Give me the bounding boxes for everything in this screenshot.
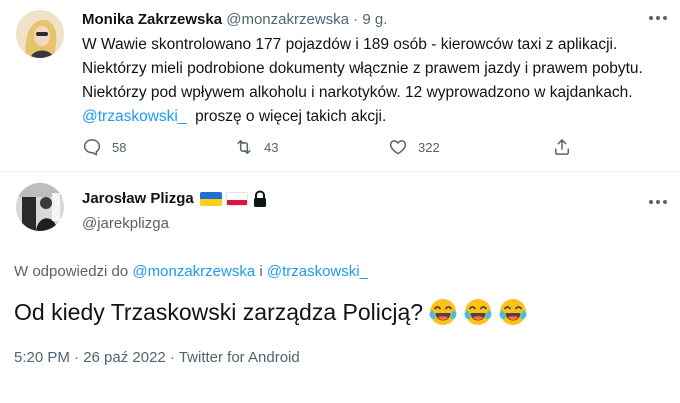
more-dots-icon xyxy=(649,16,667,20)
flag-ukraine-icon xyxy=(199,192,222,206)
retweet-button[interactable]: 43 xyxy=(234,136,278,158)
lock-icon xyxy=(252,190,268,208)
share-button[interactable] xyxy=(552,136,572,158)
mention-link[interactable]: @trzaskowski_ xyxy=(267,263,368,280)
author-name[interactable]: Monika Zakrzewska xyxy=(82,11,222,28)
more-dots-icon xyxy=(649,200,667,204)
time-ago[interactable]: 9 g. xyxy=(362,11,387,28)
like-count: 322 xyxy=(418,139,440,155)
tweet-text-part: W Wawie skontrolowano 177 pojazdów i 189… xyxy=(82,36,643,101)
author-name[interactable]: Jarosław Plizga xyxy=(82,189,194,209)
tweet-actions: 58 43 322 xyxy=(82,136,582,158)
avatar-photo-icon xyxy=(16,183,64,231)
share-icon xyxy=(555,139,569,155)
tweet-meta[interactable]: 5:20 PM · 26 paź 2022 · Twitter for Andr… xyxy=(14,348,300,368)
avatar-photo-icon xyxy=(16,10,64,58)
tweet-text-part: proszę o więcej takich akcji. xyxy=(186,108,387,125)
retweet-icon xyxy=(237,140,251,154)
avatar[interactable] xyxy=(16,10,64,58)
separator: · xyxy=(353,11,359,28)
mention-link[interactable]: @monzakrzewska xyxy=(132,263,255,280)
author-handle[interactable]: @jarekplizga xyxy=(82,214,169,234)
parent-tweet[interactable]: Monika Zakrzewska @monzakrzewska · 9 g. … xyxy=(0,0,680,170)
tweet-divider xyxy=(0,171,680,172)
joy-emoji xyxy=(428,297,458,327)
main-tweet-header: Jarosław Plizga xyxy=(82,189,268,209)
reply-icon xyxy=(83,139,101,156)
more-button[interactable] xyxy=(646,192,670,212)
parent-tweet-header: Monika Zakrzewska @monzakrzewska · 9 g. xyxy=(82,10,387,30)
heart-icon xyxy=(389,140,407,155)
tweet-text: Od kiedy Trzaskowski zarządza Policją? xyxy=(14,299,424,325)
joy-emoji xyxy=(498,297,528,327)
joy-emoji xyxy=(463,297,493,327)
replying-and: i xyxy=(255,263,267,280)
retweet-count: 43 xyxy=(264,139,279,155)
replying-to: W odpowiedzi do @monzakrzewska i @trzask… xyxy=(14,262,368,282)
replying-prefix: W odpowiedzi do xyxy=(14,263,133,280)
avatar[interactable] xyxy=(16,183,64,231)
mention-link[interactable]: @trzaskowski_ xyxy=(82,108,186,125)
author-handle[interactable]: @monzakrzewska xyxy=(226,11,349,28)
like-button[interactable]: 322 xyxy=(388,136,440,158)
flag-poland-icon xyxy=(225,192,248,206)
main-tweet-text: Od kiedy Trzaskowski zarządza Policją? xyxy=(14,296,528,328)
more-button[interactable] xyxy=(646,8,670,28)
reply-count: 58 xyxy=(112,139,127,155)
reply-button[interactable]: 58 xyxy=(82,136,126,158)
parent-tweet-text: W Wawie skontrolowano 177 pojazdów i 189… xyxy=(82,33,667,129)
